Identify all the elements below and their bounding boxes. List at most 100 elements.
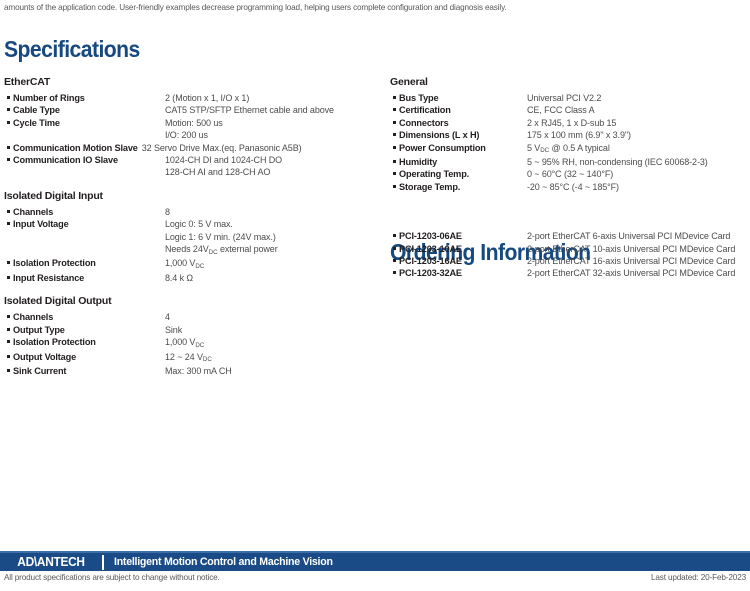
spec-label: Humidity <box>399 157 438 168</box>
spec-value: 32 Servo Drive Max.(eq. Panasonic A5B) <box>141 142 302 153</box>
spec-label: Operating Temp. <box>399 169 470 180</box>
spec-row: Output Voltage 12 ~ 24 VDC <box>4 351 380 365</box>
section-title: Isolated Digital Output <box>4 295 112 308</box>
advantech-logo: AD\ANTECH <box>17 555 85 569</box>
bullet-square-icon <box>4 351 13 363</box>
spec-value: Universal PCI V2.2 <box>527 93 602 103</box>
spec-label: Isolation Protection <box>13 258 96 269</box>
spec-value: Max: 300 mA CH <box>165 365 232 376</box>
bullet-square-icon <box>390 255 399 267</box>
footer-tagline: Intelligent Motion Control and Machine V… <box>114 556 333 568</box>
spec-label: PCI-1203-32AE <box>399 268 462 279</box>
spec-label: Cable Type <box>13 105 60 116</box>
spec-value: 4 <box>165 312 170 323</box>
bullet-square-icon <box>4 324 13 336</box>
spec-value: CE, FCC Class A <box>527 105 595 116</box>
spec-row: Isolation Protection 1,000 VDC <box>4 257 380 271</box>
spec-label: PCI-1203-16AE <box>399 256 462 267</box>
spec-value: 5 VDC @ 0.5 A typical <box>527 142 610 155</box>
spec-value: Motion: 500 us I/O: 200 us <box>165 117 223 141</box>
bullet-square-icon <box>390 156 399 168</box>
spec-label: Output Type <box>13 324 65 335</box>
spec-row: Connectors 2 x RJ45, 1 x D-sub 15 <box>390 117 746 129</box>
spec-value: 175 x 100 mm (6.9" x 3.9") <box>527 130 631 141</box>
spec-label: Sink Current <box>13 365 67 376</box>
footer-bar: AD\ANTECH Intelligent Motion Control and… <box>0 551 750 571</box>
spec-row: Power Consumption 5 VDC @ 0.5 A typical <box>390 142 746 156</box>
bullet-square-icon <box>4 117 13 129</box>
spec-value: 2-port EtherCAT 6-axis Universal PCI MDe… <box>527 231 731 242</box>
spec-value: 2-port EtherCAT 10-axis Universal PCI MD… <box>527 243 736 254</box>
bullet-square-icon <box>390 92 399 104</box>
bullet-square-icon <box>390 230 399 242</box>
bullet-square-icon <box>4 154 13 166</box>
spec-section: EtherCAT Number of Rings 2 (Motion x 1, I/… <box>4 76 380 179</box>
spec-value: 1024-CH DI and 1024-CH DO 128-CH AI and … <box>165 155 283 178</box>
spec-value: CAT5 STP/SFTP Ethernet cable and above <box>165 105 334 116</box>
spec-row: Operating Temp. 0 ~ 60°C (32 ~ 140°F) <box>390 168 746 180</box>
bullet-square-icon <box>4 218 13 230</box>
spec-label: Input Voltage <box>13 219 69 230</box>
spec-value: 12 ~ 24 VDC <box>165 351 212 364</box>
spec-row: Bus Type Universal PCI V2.2 <box>390 92 746 104</box>
spec-label: Channels <box>13 206 54 217</box>
spec-value: 0 ~ 60°C (32 ~ 140°F) <box>527 169 614 180</box>
spec-row: Number of Rings 2 (Motion x 1, I/O x 1) <box>4 92 380 104</box>
footer-note-row: All product specifications are subject t… <box>0 573 750 582</box>
bullet-square-icon <box>4 206 13 218</box>
ordering-row: PCI-1203-32AE 2-port EtherCAT 32-axis Uni… <box>390 267 746 279</box>
intro-paragraph: amounts of the application code. User-fr… <box>4 3 507 12</box>
spec-label: Communication Motion Slave <box>13 142 138 153</box>
spec-section: General Bus Type Universal PCI V2.2 Certifi… <box>390 76 746 193</box>
bullet-square-icon <box>4 272 13 284</box>
spec-value: Logic 0: 5 V max. Logic 1: 6 V min. (24V … <box>165 219 278 256</box>
right-spec-column: General Bus Type Universal PCI V2.2 Certifi… <box>390 76 746 291</box>
spec-value: 8.4 k Ω <box>165 272 194 283</box>
spec-label: Certification <box>399 105 451 116</box>
spec-value: 1,000 VDC <box>165 258 205 270</box>
spec-value: 2 x RJ45, 1 x D-sub 15 <box>527 117 617 128</box>
bullet-square-icon <box>390 117 399 129</box>
spec-label: PCI-1203-06AE <box>399 231 462 242</box>
bullet-square-icon <box>4 336 13 348</box>
spec-row: Output Type Sink <box>4 324 380 336</box>
left-spec-column: EtherCAT Number of Rings 2 (Motion x 1, I/… <box>4 76 380 388</box>
ordering-information-list: PCI-1203-06AE 2-port EtherCAT 6-axis Univ… <box>390 230 746 280</box>
spec-label: Channels <box>13 312 54 323</box>
spec-row: Channels 8 <box>4 206 380 218</box>
spec-row: Channels 4 <box>4 311 380 323</box>
spec-label: Connectors <box>399 117 449 128</box>
spec-label: Isolation Protection <box>13 337 96 348</box>
spec-label: Bus Type <box>399 93 439 103</box>
spec-row: Certification CE, FCC Class A <box>390 104 746 116</box>
bullet-square-icon <box>4 142 13 154</box>
spec-row: Communication Motion Slave 32 Servo Drive… <box>4 142 380 154</box>
spec-row: Communication IO Slave 1024-CH DI and 102… <box>4 154 380 179</box>
spec-value: Sink <box>165 324 183 335</box>
spec-label: Storage Temp. <box>399 181 461 192</box>
bullet-square-icon <box>390 142 399 154</box>
specifications-heading: Specifications <box>4 36 140 62</box>
spec-row: Dimensions (L x H) 175 x 100 mm (6.9" x 3… <box>390 129 746 141</box>
spec-row: Cycle Time Motion: 500 us I/O: 200 us <box>4 117 380 142</box>
spec-value: 2 (Motion x 1, I/O x 1) <box>165 93 250 103</box>
ordering-row: PCI-1203-06AE 2-port EtherCAT 6-axis Univ… <box>390 230 746 242</box>
ordering-row: PCI-1203-10AE 2-port EtherCAT 10-axis Uni… <box>390 243 746 255</box>
footer-last-updated: Last updated: 20-Feb-2023 <box>650 573 746 582</box>
spec-section: Isolated Digital Output Channels 4 Output T… <box>4 295 380 377</box>
spec-label: Cycle Time <box>13 117 60 128</box>
spec-label: Dimensions (L x H) <box>399 130 480 141</box>
spec-label: Output Voltage <box>13 351 77 362</box>
bullet-square-icon <box>390 243 399 255</box>
bullet-square-icon <box>4 257 13 269</box>
spec-label: PCI-1203-10AE <box>399 243 462 254</box>
spec-row: Isolation Protection 1,000 VDC <box>4 336 380 350</box>
bullet-square-icon <box>390 267 399 279</box>
bullet-square-icon <box>390 168 399 180</box>
footer-disclaimer: All product specifications are subject t… <box>4 573 220 582</box>
spec-value: 2-port EtherCAT 16-axis Universal PCI MD… <box>527 256 736 267</box>
bullet-square-icon <box>4 104 13 116</box>
spec-row: Storage Temp. -20 ~ 85°C (-4 ~ 185°F) <box>390 181 746 193</box>
bullet-square-icon <box>390 129 399 141</box>
spec-value: 1,000 VDC <box>165 337 205 349</box>
